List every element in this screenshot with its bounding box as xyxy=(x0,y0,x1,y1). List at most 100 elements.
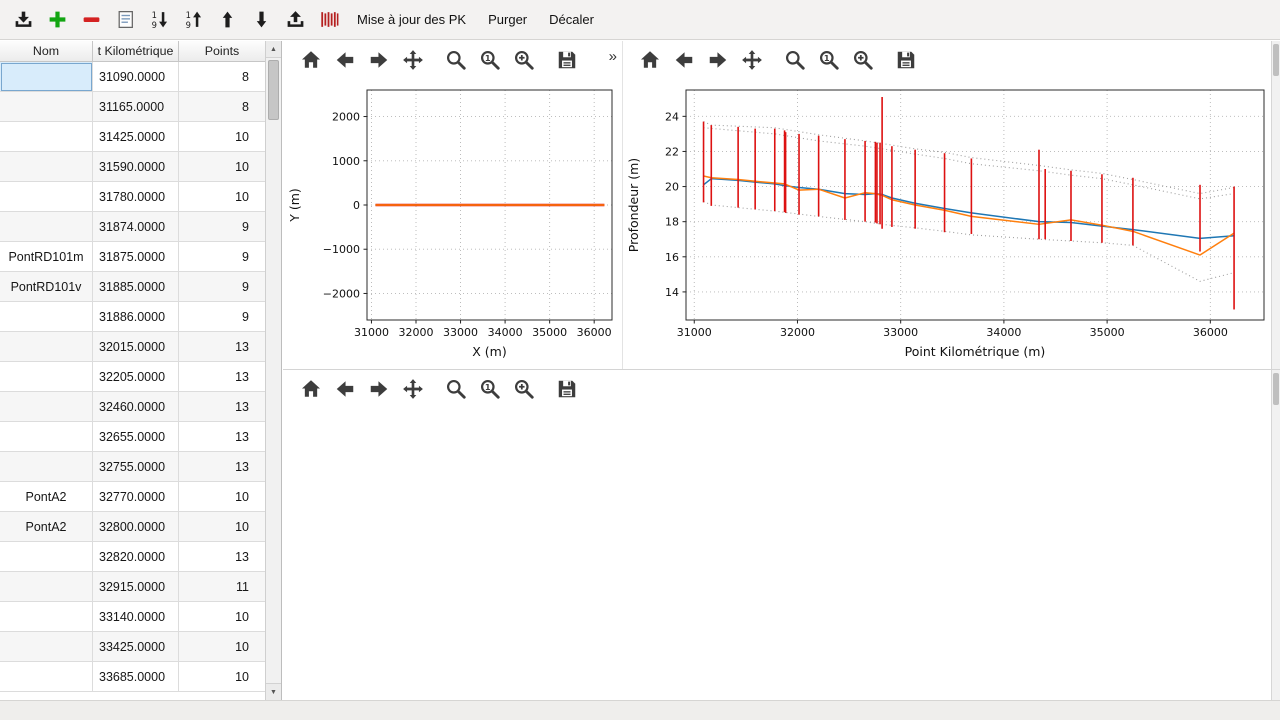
nom-cell[interactable]: PontRD101m xyxy=(0,242,93,272)
table-row[interactable]: 32205.000013 xyxy=(0,362,266,392)
table-row[interactable]: 31886.00009 xyxy=(0,302,266,332)
points-cell[interactable]: 9 xyxy=(179,302,266,332)
points-cell[interactable]: 8 xyxy=(179,62,266,92)
points-cell[interactable]: 13 xyxy=(179,452,266,482)
save-button[interactable] xyxy=(553,376,580,403)
column-header-pk[interactable]: t Kilométrique xyxy=(93,41,179,62)
forward-button[interactable] xyxy=(365,47,392,74)
nom-cell[interactable] xyxy=(0,422,93,452)
export-button[interactable] xyxy=(280,5,310,35)
nom-cell[interactable] xyxy=(0,662,93,692)
zoom-original-button[interactable] xyxy=(476,376,503,403)
save-button[interactable] xyxy=(553,47,580,74)
pk-cell[interactable]: 32015.0000 xyxy=(93,332,179,362)
profile-chart[interactable]: 3100032000330003400035000360001416182022… xyxy=(622,79,1272,369)
scroll-down-icon[interactable]: ▼ xyxy=(266,683,281,700)
points-cell[interactable]: 10 xyxy=(179,152,266,182)
points-cell[interactable]: 10 xyxy=(179,182,266,212)
pk-cell[interactable]: 31090.0000 xyxy=(93,62,179,92)
pk-cell[interactable]: 33140.0000 xyxy=(93,602,179,632)
home-button[interactable] xyxy=(297,376,324,403)
toolbar-overflow-button[interactable]: » xyxy=(609,48,617,65)
pk-cell[interactable]: 31165.0000 xyxy=(93,92,179,122)
pan-button[interactable] xyxy=(738,47,765,74)
nom-cell[interactable]: PontRD101v xyxy=(0,272,93,302)
table-row[interactable]: 31090.00008 xyxy=(0,62,266,92)
nom-cell[interactable] xyxy=(0,572,93,602)
edit-list-button[interactable] xyxy=(110,5,140,35)
pan-button[interactable] xyxy=(399,376,426,403)
table-row[interactable]: 33685.000010 xyxy=(0,662,266,692)
scrollbar-thumb[interactable] xyxy=(268,60,279,120)
table-row[interactable]: PontA232800.000010 xyxy=(0,512,266,542)
shift-button[interactable]: Décaler xyxy=(540,7,603,32)
move-up-button[interactable] xyxy=(212,5,242,35)
zoom-original-button[interactable] xyxy=(476,47,503,74)
forward-button[interactable] xyxy=(704,47,731,74)
zoom-button[interactable] xyxy=(442,376,469,403)
pk-cell[interactable]: 31874.0000 xyxy=(93,212,179,242)
scroll-up-icon[interactable]: ▲ xyxy=(266,41,281,58)
pk-cell[interactable]: 32655.0000 xyxy=(93,422,179,452)
pk-cell[interactable]: 32460.0000 xyxy=(93,392,179,422)
sort-asc-button[interactable] xyxy=(178,5,208,35)
import-button[interactable] xyxy=(8,5,38,35)
pk-cell[interactable]: 32755.0000 xyxy=(93,452,179,482)
table-row[interactable]: 32460.000013 xyxy=(0,392,266,422)
table-row[interactable]: 32015.000013 xyxy=(0,332,266,362)
points-cell[interactable]: 10 xyxy=(179,602,266,632)
cross-sections-button[interactable] xyxy=(314,5,344,35)
nom-cell[interactable] xyxy=(0,632,93,662)
nom-cell[interactable] xyxy=(0,392,93,422)
table-row[interactable]: 32655.000013 xyxy=(0,422,266,452)
nom-cell[interactable]: PontA2 xyxy=(0,512,93,542)
save-button[interactable] xyxy=(892,47,919,74)
table-row[interactable]: PontRD101v31885.00009 xyxy=(0,272,266,302)
back-button[interactable] xyxy=(331,376,358,403)
points-cell[interactable]: 13 xyxy=(179,362,266,392)
table-row[interactable]: 31780.000010 xyxy=(0,182,266,212)
pan-button[interactable] xyxy=(399,47,426,74)
points-cell[interactable]: 8 xyxy=(179,92,266,122)
pk-cell[interactable]: 31875.0000 xyxy=(93,242,179,272)
table-row[interactable]: 32915.000011 xyxy=(0,572,266,602)
table-vertical-scrollbar[interactable]: ▲ ▼ xyxy=(265,41,281,700)
pk-cell[interactable]: 31780.0000 xyxy=(93,182,179,212)
home-button[interactable] xyxy=(636,47,663,74)
table-row[interactable]: 31165.00008 xyxy=(0,92,266,122)
nom-cell[interactable] xyxy=(0,152,93,182)
move-down-button[interactable] xyxy=(246,5,276,35)
plan-chart[interactable]: 310003200033000340003500036000−2000−1000… xyxy=(283,79,622,369)
points-cell[interactable]: 9 xyxy=(179,242,266,272)
pk-cell[interactable]: 32205.0000 xyxy=(93,362,179,392)
nom-cell[interactable] xyxy=(0,362,93,392)
zoom-region-button[interactable] xyxy=(510,376,537,403)
zoom-region-button[interactable] xyxy=(510,47,537,74)
pk-cell[interactable]: 31886.0000 xyxy=(93,302,179,332)
column-header-nom[interactable]: Nom xyxy=(0,41,93,62)
table-row[interactable]: 32820.000013 xyxy=(0,542,266,572)
table-row[interactable]: PontRD101m31875.00009 xyxy=(0,242,266,272)
points-cell[interactable]: 13 xyxy=(179,332,266,362)
zoom-button[interactable] xyxy=(781,47,808,74)
right-scrollbar-bottom[interactable] xyxy=(1271,370,1280,700)
points-cell[interactable]: 10 xyxy=(179,632,266,662)
nom-cell[interactable] xyxy=(0,542,93,572)
forward-button[interactable] xyxy=(365,376,392,403)
scrollbar-thumb[interactable] xyxy=(1273,373,1279,405)
zoom-button[interactable] xyxy=(442,47,469,74)
sort-desc-button[interactable] xyxy=(144,5,174,35)
scrollbar-thumb[interactable] xyxy=(1273,44,1279,76)
pk-cell[interactable]: 31885.0000 xyxy=(93,272,179,302)
points-cell[interactable]: 13 xyxy=(179,542,266,572)
nom-cell[interactable] xyxy=(0,62,93,92)
pk-cell[interactable]: 32915.0000 xyxy=(93,572,179,602)
right-scrollbar-top[interactable] xyxy=(1271,41,1280,369)
points-cell[interactable]: 9 xyxy=(179,272,266,302)
table-row[interactable]: 33425.000010 xyxy=(0,632,266,662)
table-row[interactable]: 32755.000013 xyxy=(0,452,266,482)
points-cell[interactable]: 10 xyxy=(179,662,266,692)
nom-cell[interactable] xyxy=(0,182,93,212)
add-button[interactable] xyxy=(42,5,72,35)
zoom-original-button[interactable] xyxy=(815,47,842,74)
